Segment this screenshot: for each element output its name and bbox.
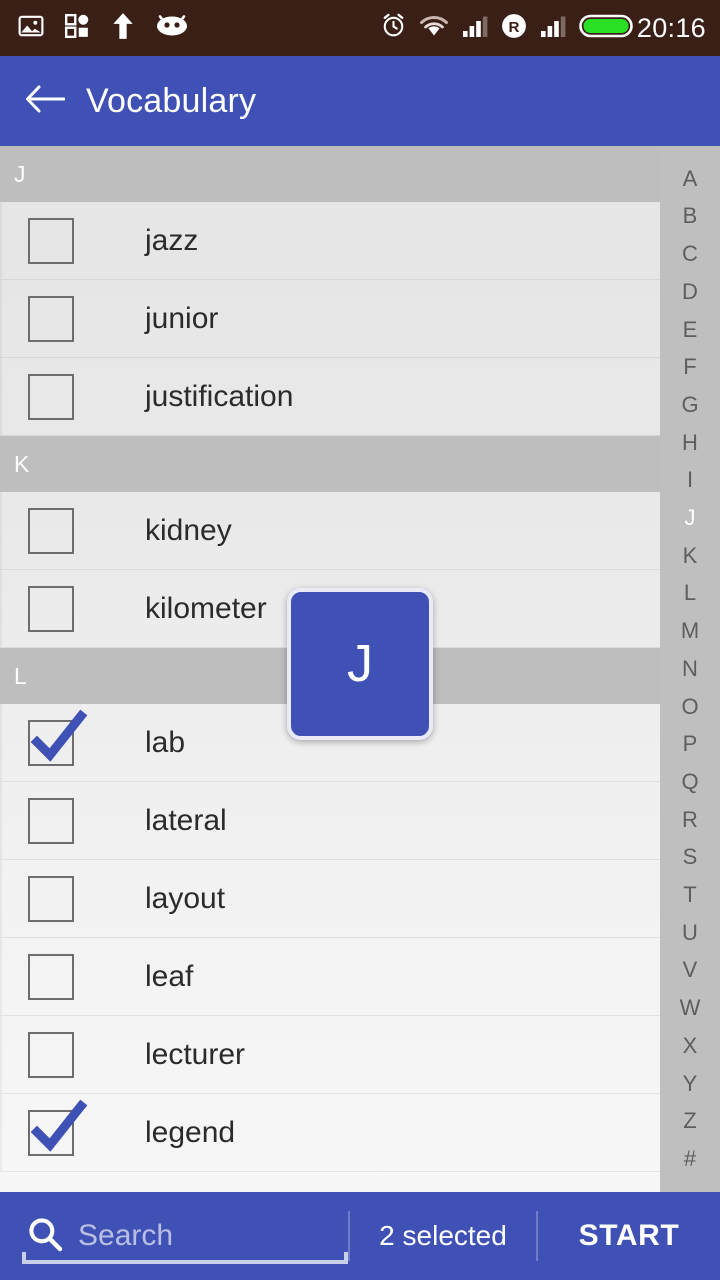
index-letter-e[interactable]: E	[683, 318, 698, 341]
item-checkbox[interactable]	[28, 1099, 88, 1156]
android-bug-icon	[156, 14, 188, 43]
index-letter-i[interactable]: I	[687, 469, 693, 491]
index-preview-letter: J	[347, 635, 373, 693]
index-letter-y[interactable]: Y	[683, 1072, 698, 1095]
alphabet-index-strip[interactable]: A B C D E F G H I J K L M N O P Q R S T U V W X Y Z #	[660, 146, 720, 1192]
list-item[interactable]: lateral	[0, 782, 660, 860]
status-bar-left-icons	[18, 12, 188, 45]
item-label: lecturer	[145, 1037, 246, 1071]
item-label: kilometer	[145, 591, 267, 625]
index-letter-c[interactable]: C	[682, 243, 698, 265]
index-letter-l[interactable]: L	[684, 582, 696, 604]
status-bar: R 20:16	[0, 0, 720, 56]
list-item[interactable]: kidney	[0, 492, 660, 570]
bottom-bar: Search 2 selected START	[0, 1192, 720, 1280]
index-letter-g[interactable]: G	[681, 393, 698, 416]
index-preview-bubble: J	[287, 588, 433, 740]
item-checkbox[interactable]	[28, 373, 74, 420]
status-bar-right-icons: R	[381, 12, 633, 45]
item-checkbox[interactable]	[28, 1031, 74, 1078]
item-label: jazz	[145, 223, 199, 257]
index-letter-t[interactable]: T	[683, 884, 696, 906]
index-letter-x[interactable]: X	[683, 1034, 698, 1057]
search-underline	[22, 1252, 348, 1264]
battery-icon	[579, 12, 633, 45]
wifi-icon	[419, 14, 449, 43]
item-label: justification	[145, 379, 294, 413]
alarm-icon	[381, 13, 406, 43]
index-letter-s[interactable]: S	[683, 846, 698, 868]
start-button[interactable]: START	[538, 1219, 720, 1253]
item-label: kidney	[145, 513, 232, 547]
item-checkbox[interactable]	[28, 953, 74, 1000]
item-label: legend	[145, 1115, 236, 1149]
index-letter-b[interactable]: B	[683, 205, 698, 227]
index-letter-z[interactable]: Z	[683, 1110, 696, 1132]
item-checkbox[interactable]	[28, 217, 74, 264]
page-title: Vocabulary	[86, 81, 257, 120]
index-letter-a[interactable]: A	[683, 167, 698, 190]
item-checkbox[interactable]	[28, 709, 88, 766]
search-input[interactable]: Search	[0, 1192, 348, 1280]
item-label: leaf	[145, 959, 194, 993]
upload-arrow-icon	[110, 12, 136, 45]
index-letter-r[interactable]: R	[682, 808, 698, 831]
list-item[interactable]: justification	[0, 358, 660, 436]
list-item[interactable]: lecturer	[0, 1016, 660, 1094]
section-header: J	[0, 146, 660, 202]
item-checkbox[interactable]	[28, 875, 74, 922]
status-bar-clock: 20:16	[636, 12, 706, 43]
item-checkbox[interactable]	[28, 507, 74, 554]
list-item[interactable]: jazz	[0, 202, 660, 280]
search-placeholder: Search	[78, 1219, 174, 1252]
item-label: lateral	[145, 803, 227, 837]
signal-icon	[462, 14, 488, 43]
item-checkbox[interactable]	[28, 797, 74, 844]
item-checkbox[interactable]	[28, 585, 74, 632]
index-letter-p[interactable]: P	[683, 733, 698, 755]
index-letter-q[interactable]: Q	[681, 770, 698, 793]
index-letter-h[interactable]: H	[682, 431, 698, 454]
list-item[interactable]: leaf	[0, 938, 660, 1016]
selected-count-label: 2 selected	[379, 1220, 507, 1251]
index-letter-k[interactable]: K	[683, 544, 698, 567]
svg-text:R: R	[508, 18, 519, 35]
index-letter-f[interactable]: F	[683, 356, 696, 378]
back-button[interactable]	[22, 78, 68, 124]
index-letter-m[interactable]: M	[681, 620, 699, 642]
index-letter-n[interactable]: N	[682, 657, 698, 680]
item-checkbox[interactable]	[28, 295, 74, 342]
list-item[interactable]: legend	[0, 1094, 660, 1172]
index-letter-j[interactable]: J	[685, 507, 696, 529]
section-header: K	[0, 436, 660, 492]
index-letter-hash[interactable]: #	[684, 1147, 696, 1170]
roaming-icon: R	[501, 13, 527, 44]
index-letter-d[interactable]: D	[682, 280, 698, 303]
app-bar: Vocabulary	[0, 56, 720, 146]
item-label: junior	[145, 301, 219, 335]
signal-2-icon	[540, 14, 566, 43]
index-letter-o[interactable]: O	[681, 695, 698, 718]
index-letter-v[interactable]: V	[683, 959, 698, 981]
list-item[interactable]: layout	[0, 860, 660, 938]
image-icon	[18, 13, 44, 44]
search-icon	[26, 1215, 64, 1258]
index-letter-u[interactable]: U	[682, 921, 698, 944]
apps-grid-icon	[64, 13, 90, 44]
item-label: layout	[145, 881, 226, 915]
index-letter-w[interactable]: W	[680, 997, 701, 1019]
arrow-left-icon	[25, 83, 66, 120]
item-label: lab	[145, 725, 186, 759]
list-item[interactable]: junior	[0, 280, 660, 358]
